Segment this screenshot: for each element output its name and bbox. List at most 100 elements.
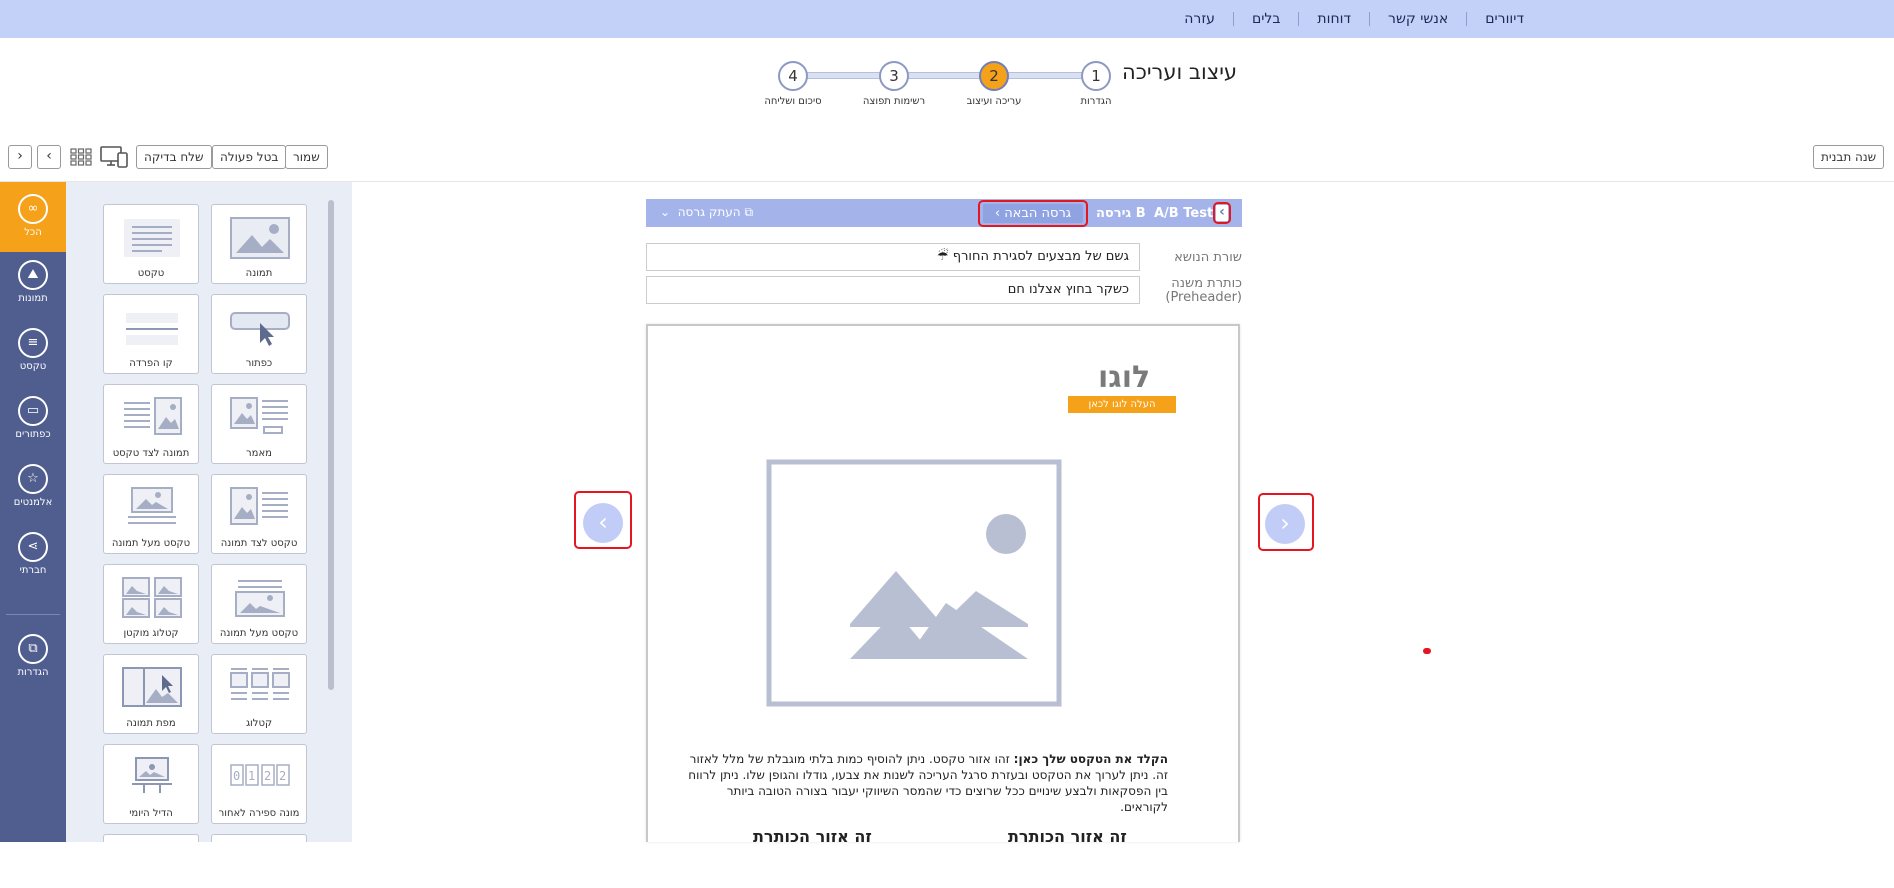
logo-placeholder[interactable]: לוגו <box>1098 360 1150 395</box>
block-image-map-label: מפת תמונה <box>126 718 176 729</box>
category-settings-label: הגדרות <box>17 667 49 678</box>
blocks-panel: תמונה טקסט כפתור קו הפרדה מאמר תמונה לצד… <box>66 182 352 842</box>
category-images-label: תמונות <box>18 293 48 304</box>
block-more-2[interactable] <box>103 834 199 842</box>
undo-button[interactable]: בטל פעולה <box>212 145 287 169</box>
block-image-label: תמונה <box>245 268 273 279</box>
next-arrow-button[interactable]: › <box>8 145 32 169</box>
block-text[interactable]: טקסט <box>103 204 199 284</box>
subject-input[interactable]: גשם של מבצעים לסגירת החורף ☔ <box>646 243 1140 271</box>
share-icon: ⋖ <box>18 532 48 562</box>
ab-version-label: גירסה B <box>1096 206 1146 221</box>
category-settings[interactable]: ⧉ הגדרות <box>0 634 66 678</box>
save-button[interactable]: שמור <box>285 145 328 169</box>
category-text[interactable]: ≡ טקסט <box>0 328 66 372</box>
preheader-label-line1: כותרת משנה <box>1171 276 1242 291</box>
column-1-title[interactable]: זה אזור הכותרת <box>1008 827 1127 842</box>
column-2-title[interactable]: זה אזור הכותרת <box>753 827 872 842</box>
svg-text:1: 1 <box>248 769 255 783</box>
chevron-left-icon: ‹ <box>994 206 1005 221</box>
category-buttons-label: כפתורים <box>15 429 51 440</box>
block-more-1[interactable] <box>211 834 307 842</box>
copy-icon: ⧉ <box>744 205 754 219</box>
block-text-beside-image-label: טקסט לצד תמונה <box>220 538 298 549</box>
svg-text:2: 2 <box>279 769 286 783</box>
category-social[interactable]: ⋖ חברתי <box>0 532 66 576</box>
subject-value: גשם של מבצעים לסגירת החורף <box>952 249 1129 264</box>
button-icon: ▭ <box>18 396 48 426</box>
block-image-beside-text-label: תמונה לצד טקסט <box>112 448 190 459</box>
block-divider[interactable]: קו הפרדה <box>103 294 199 374</box>
block-text-over-image[interactable]: טקסט מעל תמונה <box>103 474 199 554</box>
next-version-button[interactable]: ‹ גרסה הבאה <box>983 204 1083 223</box>
next-version-label: גרסה הבאה <box>1004 206 1072 221</box>
send-test-button[interactable]: שלח בדיקה <box>136 145 212 169</box>
category-buttons[interactable]: ▭ כפתורים <box>0 396 66 440</box>
block-image-beside-text[interactable]: תמונה לצד טקסט <box>103 384 199 464</box>
text-icon: ≡ <box>18 328 48 358</box>
page-title: עיצוב ועריכה <box>1122 60 1238 84</box>
block-image-map[interactable]: מפת תמונה <box>103 654 199 734</box>
step-1-label: הגדרות <box>1080 96 1112 107</box>
copy-version-button[interactable]: ⌄ העתק גרסה ⧉ <box>660 205 753 220</box>
email-body-text[interactable]: הקלד את הטקסט שלך כאן: זהו אזור טקסט. ני… <box>688 751 1168 815</box>
step-4-label: סיכום ושליחה <box>764 96 822 107</box>
copy-version-label: העתק גרסה <box>677 205 741 219</box>
block-mini-catalog[interactable]: קטלוג מוקטן <box>103 564 199 644</box>
infinity-icon: ∞ <box>18 194 48 224</box>
block-button[interactable]: כפתור <box>211 294 307 374</box>
nav-contacts[interactable]: אנשי קשר <box>1369 12 1466 26</box>
nav-tools[interactable]: בלים <box>1232 12 1298 26</box>
top-nav-bar: דיוורים אנשי קשר דוחות בלים עזרה <box>0 0 1894 38</box>
email-canvas[interactable]: לוגו העלה לוגו לכאן הקלד את הטקסט שלך כא… <box>646 324 1240 842</box>
left-nav-arrow-button[interactable]: ‹ <box>583 503 623 543</box>
category-all[interactable]: ∞ הכל <box>0 182 76 252</box>
block-text-over-image-label: טקסט מעל תמונה <box>111 538 191 549</box>
block-divider-label: קו הפרדה <box>129 358 173 369</box>
step-1-circle[interactable]: 1 <box>1081 61 1111 91</box>
block-image[interactable]: תמונה <box>211 204 307 284</box>
block-catalog[interactable]: קטלוג <box>211 654 307 734</box>
block-text-beside-image[interactable]: טקסט לצד תמונה <box>211 474 307 554</box>
stepper-track <box>806 72 1096 79</box>
category-all-label: הכל <box>24 227 42 238</box>
nav-reports[interactable]: דוחות <box>1298 12 1369 26</box>
block-text-over-image-2-label: טקסט מעל תמונה <box>219 628 299 639</box>
svg-text:0: 0 <box>233 769 240 783</box>
chevron-down-icon: ⌄ <box>660 205 678 219</box>
ab-prev-arrow-icon[interactable]: ‹ <box>1216 205 1228 221</box>
step-2-circle[interactable]: 2 <box>979 61 1009 91</box>
device-preview-icon[interactable] <box>99 144 129 170</box>
prev-arrow-button[interactable]: ‹ <box>37 145 61 169</box>
block-daily-deal-label: הדיל היומי <box>129 808 173 819</box>
preheader-input[interactable]: כשקר בחוץ אצלנו חם <box>646 276 1140 304</box>
step-4-circle[interactable]: 4 <box>778 61 808 91</box>
preheader-label: כותרת משנה (Preheader) <box>1150 277 1242 305</box>
preheader-label-line2: (Preheader) <box>1165 290 1242 305</box>
sidebar-divider <box>6 614 60 615</box>
right-nav-arrow-button[interactable]: › <box>1265 504 1305 544</box>
category-images[interactable]: ⛰ תמונות <box>0 260 66 304</box>
category-elements[interactable]: ☆ אלמנטים <box>0 464 66 508</box>
step-3-label: רשימות תפוצה <box>862 96 926 107</box>
step-2-label: עריכה ועיצוב <box>966 96 1022 107</box>
block-countdown-label: מונה ספירה לאחור <box>218 808 300 819</box>
nav-help[interactable]: עזרה <box>1166 12 1233 26</box>
upload-logo-button[interactable]: העלה לוגו לכאן <box>1068 396 1176 413</box>
grid-view-icon[interactable] <box>70 147 92 167</box>
category-text-label: טקסט <box>19 361 47 372</box>
block-catalog-label: קטלוג <box>245 718 273 729</box>
change-template-button[interactable]: שנה תבנית <box>1813 145 1885 169</box>
block-countdown[interactable]: 0122 מונה ספירה לאחור <box>211 744 307 824</box>
ab-test-label: A/B Test <box>1154 206 1214 221</box>
block-daily-deal[interactable]: הדיל היומי <box>103 744 199 824</box>
panel-scrollbar[interactable] <box>328 200 334 690</box>
red-marker-dot <box>1423 648 1431 654</box>
step-3-circle[interactable]: 3 <box>879 61 909 91</box>
umbrella-icon: ☔ <box>936 249 949 264</box>
image-placeholder[interactable] <box>766 459 1062 707</box>
nav-campaigns[interactable]: דיוורים <box>1466 12 1542 26</box>
block-article[interactable]: מאמר <box>211 384 307 464</box>
block-text-over-image-2[interactable]: טקסט מעל תמונה <box>211 564 307 644</box>
block-text-label: טקסט <box>137 268 165 279</box>
